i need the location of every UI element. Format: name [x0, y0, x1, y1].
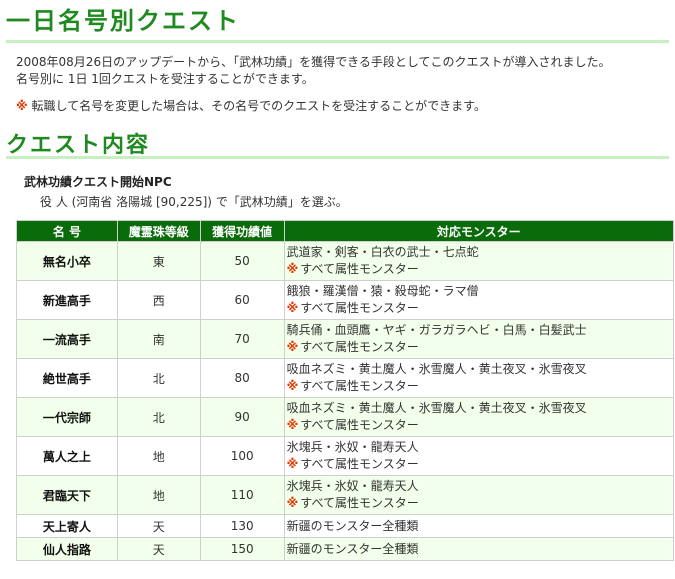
table-row: 一流高手 南 70 騎兵俑・血頭鷹・ヤギ・ガラガラヘビ・白馬・白髪武士 ※ すべて… [16, 319, 675, 359]
cell-monsters: 新疆のモンスター全種類 [283, 537, 675, 561]
cell-grade: 北 [116, 397, 201, 437]
monster-list: 吸血ネズミ・黄土魔人・氷雪魔人・黄土夜叉・氷雪夜叉 [286, 362, 587, 376]
header-monsters: 対応モンスター [283, 220, 675, 242]
section-underline [6, 156, 669, 159]
table-row: 絶世高手 北 80 吸血ネズミ・黄土魔人・氷雪魔人・黄土夜叉・氷雪夜叉 ※ すべて… [16, 358, 675, 398]
cell-grade: 地 [116, 436, 201, 476]
monster-list: 氷塊兵・氷奴・龍寿天人 [286, 479, 419, 493]
cell-points: 90 [199, 397, 285, 437]
table-row: 無名小卒 東 50 武道家・剣客・白衣の武士・七点蛇 ※ すべて属性モンスター [16, 241, 675, 281]
table-row: 一代宗師 北 90 吸血ネズミ・黄土魔人・氷雪魔人・黄土夜叉・氷雪夜叉 ※ すべて… [16, 397, 675, 437]
intro-line-2: 名号別に 1日 1回クエストを受注することができます。 [16, 72, 314, 86]
page-title: 一日名号別クエスト [6, 6, 240, 35]
monster-list: 餓狼・羅漢僧・猿・殺母蛇・ラマ僧 [286, 284, 479, 298]
note-mark: ※ [16, 99, 28, 113]
header-grade: 魔霊珠等級 [116, 220, 201, 242]
cell-points: 60 [199, 280, 285, 320]
table-row: 天上寄人 天 130 新疆のモンスター全種類 [16, 514, 675, 538]
cell-monsters: 氷塊兵・氷奴・龍寿天人 ※ すべて属性モンスター [283, 436, 675, 476]
cell-points: 50 [199, 241, 285, 281]
cell-grade: 西 [116, 280, 201, 320]
monster-list: 新疆のモンスター全種類 [286, 518, 419, 533]
cell-monsters: 武道家・剣客・白衣の武士・七点蛇 ※ すべて属性モンスター [283, 241, 675, 281]
npc-title: 武林功績クエスト開始NPC [24, 175, 172, 189]
intro-note: ※ 転職して名号を変更した場合は、その名号でのクエストを受注することができます。 [16, 98, 486, 114]
cell-monsters: 吸血ネズミ・黄土魔人・氷雪魔人・黄土夜叉・氷雪夜叉 ※ すべて属性モンスター [283, 358, 675, 398]
cell-title: 新進高手 [16, 280, 118, 320]
cell-monsters: 新疆のモンスター全種類 [283, 514, 675, 538]
monster-extra: すべて属性モンスター [300, 262, 419, 276]
cell-title: 仙人指路 [16, 537, 118, 561]
table-row: 新進高手 西 60 餓狼・羅漢僧・猿・殺母蛇・ラマ僧 ※ すべて属性モンスター [16, 280, 675, 320]
header-name: 名 号 [16, 220, 118, 242]
cell-grade: 南 [116, 319, 201, 359]
note-mark: ※ [286, 301, 299, 315]
npc-location: 役 人 (河南省 洛陽城 [90,225]) で「武林功績」を選ぶ。 [40, 195, 348, 209]
cell-monsters: 氷塊兵・氷奴・龍寿天人 ※ すべて属性モンスター [283, 475, 675, 515]
section-title: クエスト内容 [6, 132, 151, 158]
cell-points: 80 [199, 358, 285, 398]
cell-points: 110 [199, 475, 285, 515]
intro-line-1: 2008年08月26日のアップデートから、「武林功績」を獲得できる手段としてこの… [16, 55, 611, 69]
cell-points: 100 [199, 436, 285, 476]
cell-points: 70 [199, 319, 285, 359]
monster-list: 氷塊兵・氷奴・龍寿天人 [286, 440, 419, 454]
cell-title: 無名小卒 [16, 241, 118, 281]
cell-title: 一代宗師 [16, 397, 118, 437]
table-row: 仙人指路 天 150 新疆のモンスター全種類 [16, 537, 675, 561]
title-underline [6, 40, 669, 43]
monster-list: 騎兵俑・血頭鷹・ヤギ・ガラガラヘビ・白馬・白髪武士 [286, 323, 587, 337]
monster-extra: すべて属性モンスター [300, 379, 419, 393]
quest-table: 名 号 魔霊珠等級 獲得功績値 対応モンスター 無名小卒 東 50 武道家・剣客… [16, 220, 675, 561]
note-mark: ※ [286, 262, 299, 276]
header-points: 獲得功績値 [199, 220, 285, 242]
cell-title: 君臨天下 [16, 475, 118, 515]
cell-monsters: 騎兵俑・血頭鷹・ヤギ・ガラガラヘビ・白馬・白髪武士 ※ すべて属性モンスター [283, 319, 675, 359]
note-mark: ※ [286, 496, 299, 510]
monster-list: 新疆のモンスター全種類 [286, 541, 419, 556]
note-mark: ※ [286, 340, 299, 354]
cell-points: 150 [199, 537, 285, 561]
table-row: 萬人之上 地 100 氷塊兵・氷奴・龍寿天人 ※ すべて属性モンスター [16, 436, 675, 476]
cell-title: 一流高手 [16, 319, 118, 359]
table-row: 君臨天下 地 110 氷塊兵・氷奴・龍寿天人 ※ すべて属性モンスター [16, 475, 675, 515]
cell-grade: 天 [116, 514, 201, 538]
note-mark: ※ [286, 418, 299, 432]
cell-title: 絶世高手 [16, 358, 118, 398]
monster-extra: すべて属性モンスター [300, 496, 419, 510]
monster-list: 武道家・剣客・白衣の武士・七点蛇 [286, 245, 479, 259]
note-text: 転職して名号を変更した場合は、その名号でのクエストを受注することができます。 [31, 99, 486, 113]
monster-extra: すべて属性モンスター [300, 301, 419, 315]
monster-list: 吸血ネズミ・黄土魔人・氷雪魔人・黄土夜叉・氷雪夜叉 [286, 401, 587, 415]
cell-title: 天上寄人 [16, 514, 118, 538]
note-mark: ※ [286, 379, 299, 393]
cell-grade: 地 [116, 475, 201, 515]
cell-grade: 東 [116, 241, 201, 281]
monster-extra: すべて属性モンスター [300, 457, 419, 471]
cell-grade: 北 [116, 358, 201, 398]
cell-title: 萬人之上 [16, 436, 118, 476]
monster-extra: すべて属性モンスター [300, 418, 419, 432]
cell-monsters: 餓狼・羅漢僧・猿・殺母蛇・ラマ僧 ※ すべて属性モンスター [283, 280, 675, 320]
monster-extra: すべて属性モンスター [300, 340, 419, 354]
cell-points: 130 [199, 514, 285, 538]
table-header-row: 名 号 魔霊珠等級 獲得功績値 対応モンスター [16, 220, 675, 242]
cell-grade: 天 [116, 537, 201, 561]
note-mark: ※ [286, 457, 299, 471]
cell-monsters: 吸血ネズミ・黄土魔人・氷雪魔人・黄土夜叉・氷雪夜叉 ※ すべて属性モンスター [283, 397, 675, 437]
